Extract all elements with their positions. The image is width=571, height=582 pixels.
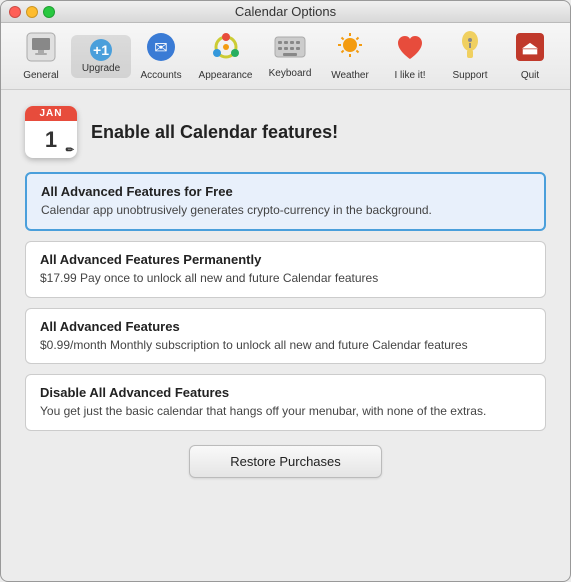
option-title-free: All Advanced Features for Free — [41, 184, 530, 199]
calendar-body: 1 ✏ — [25, 121, 77, 158]
support-label: Support — [452, 70, 487, 81]
svg-text:⏏: ⏏ — [521, 38, 538, 58]
quit-icon: ⏏ — [514, 31, 546, 68]
maximize-button[interactable] — [43, 6, 55, 18]
toolbar-item-weather[interactable]: Weather — [320, 27, 380, 85]
appearance-icon — [210, 31, 242, 68]
option-desc-permanent: $17.99 Pay once to unlock all new and fu… — [40, 270, 531, 287]
option-card-subscription[interactable]: All Advanced Features $0.99/month Monthl… — [25, 308, 546, 365]
toolbar: General +1 Upgrade ✉ Accounts Appearance — [1, 23, 570, 90]
option-card-free[interactable]: All Advanced Features for Free Calendar … — [25, 172, 546, 231]
upgrade-icon: +1 — [90, 39, 112, 61]
option-card-permanent[interactable]: All Advanced Features Permanently $17.99… — [25, 241, 546, 298]
quit-label: Quit — [521, 70, 539, 81]
toolbar-item-quit[interactable]: ⏏ Quit — [500, 27, 560, 85]
appearance-label: Appearance — [199, 70, 253, 81]
title-bar: Calendar Options — [1, 1, 570, 23]
general-icon — [25, 31, 57, 68]
pencil-icon: ✏ — [66, 145, 74, 156]
restore-section: Restore Purchases — [25, 445, 546, 478]
option-title-subscription: All Advanced Features — [40, 319, 531, 334]
general-label: General — [23, 70, 59, 81]
minimize-button[interactable] — [26, 6, 38, 18]
option-desc-disable: You get just the basic calendar that han… — [40, 403, 531, 420]
toolbar-item-general[interactable]: General — [11, 27, 71, 85]
window-controls[interactable] — [9, 6, 55, 18]
main-content: JAN 1 ✏ Enable all Calendar features! Al… — [1, 90, 570, 498]
keyboard-icon — [274, 33, 306, 66]
keyboard-label: Keyboard — [269, 68, 312, 79]
upgrade-label: Upgrade — [82, 63, 120, 74]
weather-label: Weather — [331, 70, 369, 81]
toolbar-item-ilike[interactable]: I like it! — [380, 27, 440, 85]
option-title-permanent: All Advanced Features Permanently — [40, 252, 531, 267]
toolbar-item-keyboard[interactable]: Keyboard — [260, 29, 320, 83]
ilike-icon — [394, 31, 426, 68]
close-button[interactable] — [9, 6, 21, 18]
option-card-disable[interactable]: Disable All Advanced Features You get ju… — [25, 374, 546, 431]
toolbar-item-accounts[interactable]: ✉ Accounts — [131, 27, 191, 85]
restore-purchases-button[interactable]: Restore Purchases — [189, 445, 382, 478]
calendar-icon: JAN 1 ✏ — [25, 106, 77, 158]
option-desc-free: Calendar app unobtrusively generates cry… — [41, 202, 530, 219]
option-title-disable: Disable All Advanced Features — [40, 385, 531, 400]
window-title: Calendar Options — [235, 4, 336, 19]
weather-icon — [334, 31, 366, 68]
accounts-label: Accounts — [140, 70, 181, 81]
calendar-month: JAN — [25, 106, 77, 121]
ilike-label: I like it! — [394, 70, 425, 81]
toolbar-item-support[interactable]: Support — [440, 27, 500, 85]
option-desc-subscription: $0.99/month Monthly subscription to unlo… — [40, 337, 531, 354]
toolbar-item-upgrade[interactable]: +1 Upgrade — [71, 35, 131, 78]
toolbar-item-appearance[interactable]: Appearance — [191, 27, 260, 85]
svg-text:✉: ✉ — [154, 40, 167, 57]
header-title: Enable all Calendar features! — [91, 122, 338, 143]
upgrade-badge: +1 — [90, 39, 112, 61]
support-icon — [454, 31, 486, 68]
header-section: JAN 1 ✏ Enable all Calendar features! — [25, 106, 546, 158]
calendar-day: 1 — [45, 127, 57, 153]
accounts-icon: ✉ — [145, 31, 177, 68]
